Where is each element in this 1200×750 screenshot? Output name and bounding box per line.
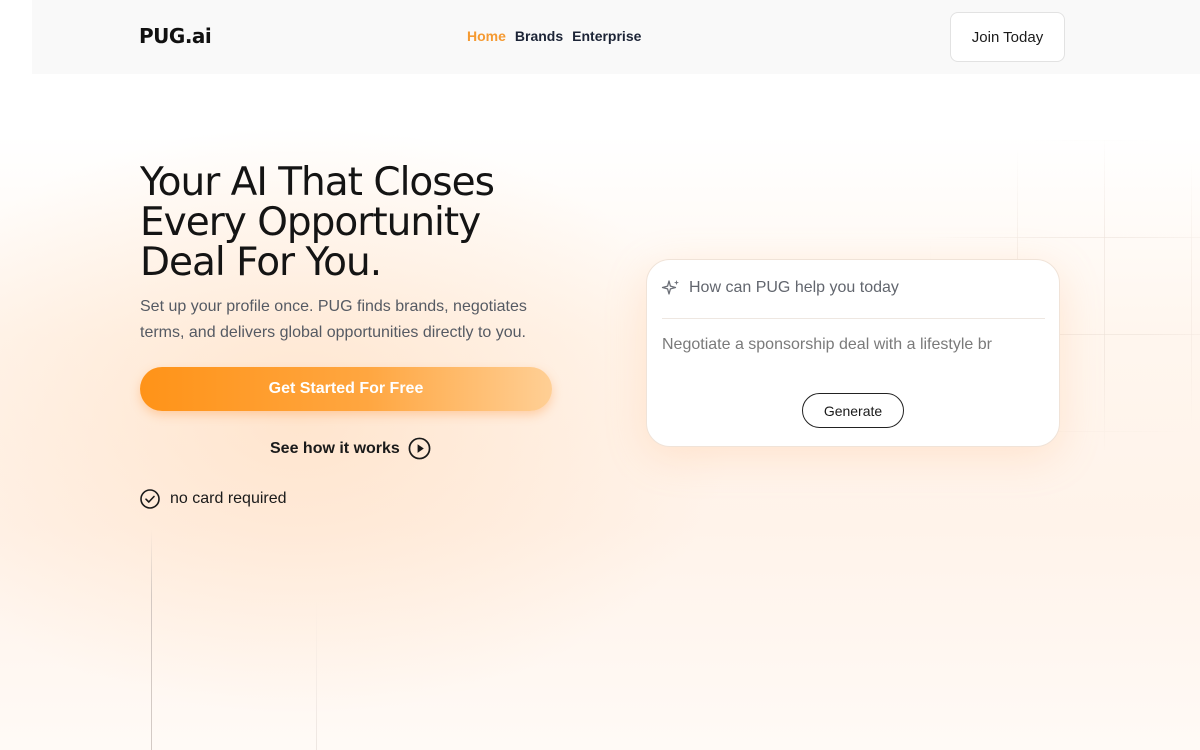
get-started-button[interactable]: Get Started For Free (140, 367, 552, 411)
hero-subtext: Set up your profile once. PUG finds bran… (140, 298, 527, 341)
sparkle-icon (661, 278, 681, 298)
main-nav: Home Brands Enterprise (467, 28, 641, 44)
nav-enterprise[interactable]: Enterprise (572, 28, 641, 44)
site-header: PUG.ai Home Brands Enterprise Join Today (32, 0, 1200, 74)
generate-button[interactable]: Generate (802, 393, 904, 428)
check-circle-icon (140, 489, 160, 509)
see-how-label: See how it works (270, 439, 400, 457)
join-today-button[interactable]: Join Today (950, 12, 1065, 62)
headline-line: Deal For You. (140, 240, 382, 285)
headline-line: Every Opportunity (140, 200, 481, 245)
prompt-card: How can PUG help you today Generate (646, 259, 1060, 447)
see-how-it-works-link[interactable]: See how it works (270, 437, 431, 460)
prompt-card-header: How can PUG help you today (661, 278, 899, 298)
decorative-line (316, 600, 317, 750)
no-card-label: no card required (170, 490, 287, 507)
logo[interactable]: PUG.ai (139, 24, 212, 48)
decorative-line (151, 530, 152, 750)
divider (662, 318, 1045, 319)
nav-brands[interactable]: Brands (515, 28, 563, 44)
headline-line: Your AI That Closes (140, 160, 495, 205)
hero-headline: Your AI That Closes Every Opportunity De… (140, 163, 560, 283)
play-circle-icon (408, 437, 431, 460)
prompt-input[interactable] (662, 332, 1045, 358)
nav-home[interactable]: Home (467, 28, 506, 44)
prompt-card-title: How can PUG help you today (689, 279, 899, 296)
no-card-note: no card required (140, 489, 287, 509)
